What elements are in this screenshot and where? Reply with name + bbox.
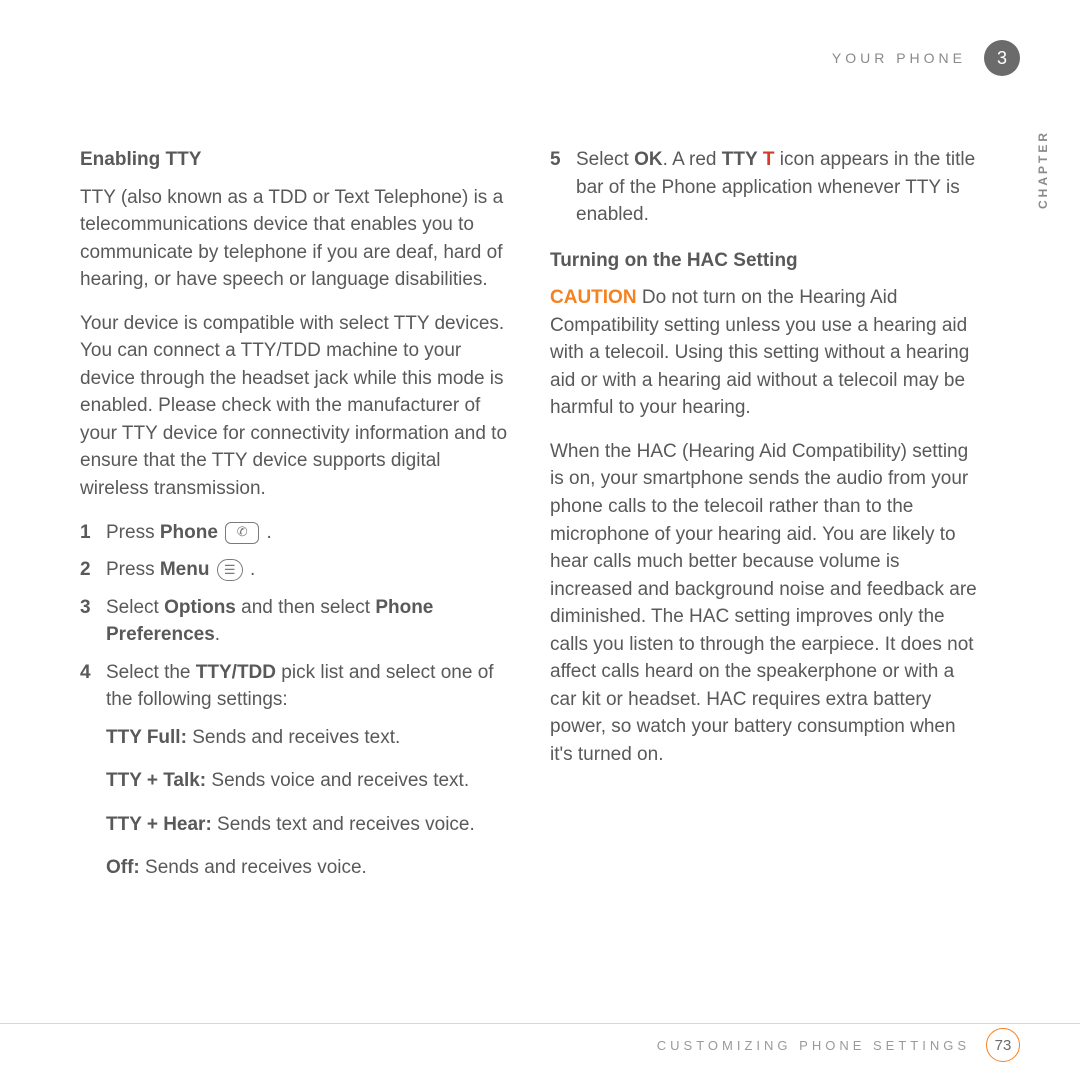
step-body: Select Options and then select Phone Pre…	[106, 594, 510, 649]
phone-key-icon: ✆	[225, 522, 259, 544]
steps-list: 1 Press Phone ✆ . 2 Press Menu ☰ . 3	[80, 519, 510, 714]
option-tty-hear: TTY + Hear: Sends text and receives voic…	[106, 811, 510, 839]
heading-enabling-tty: Enabling TTY	[80, 146, 510, 174]
step-body: Press Menu ☰ .	[106, 556, 510, 584]
chapter-badge: 3	[984, 40, 1020, 76]
tty-intro-paragraph: TTY (also known as a TDD or Text Telepho…	[80, 184, 510, 294]
menu-key-icon: ☰	[217, 559, 243, 581]
page-footer: CUSTOMIZING PHONE SETTINGS 73	[657, 1028, 1020, 1062]
footer-rule	[0, 1023, 1080, 1024]
tty-t-icon: T	[763, 149, 775, 170]
page-number: 73	[986, 1028, 1020, 1062]
step-3: 3 Select Options and then select Phone P…	[80, 594, 510, 649]
left-column: Enabling TTY TTY (also known as a TDD or…	[80, 146, 510, 898]
steps-list-continued: 5 Select OK. A red TTY T icon appears in…	[550, 146, 980, 229]
step-number: 2	[80, 556, 106, 584]
footer-section: CUSTOMIZING PHONE SETTINGS	[657, 1038, 970, 1053]
step-body: Select the TTY/TDD pick list and select …	[106, 659, 510, 714]
right-column: 5 Select OK. A red TTY T icon appears in…	[550, 146, 980, 898]
tty-compat-paragraph: Your device is compatible with select TT…	[80, 310, 510, 503]
step-number: 1	[80, 519, 106, 547]
step-4: 4 Select the TTY/TDD pick list and selec…	[80, 659, 510, 714]
step-number: 3	[80, 594, 106, 649]
content-columns: Enabling TTY TTY (also known as a TDD or…	[80, 146, 1020, 898]
step-2: 2 Press Menu ☰ .	[80, 556, 510, 584]
step-number: 5	[550, 146, 576, 229]
step-number: 4	[80, 659, 106, 714]
heading-hac-setting: Turning on the HAC Setting	[550, 247, 980, 275]
caution-block: CAUTION Do not turn on the Hearing Aid C…	[550, 284, 980, 422]
page-header: YOUR PHONE 3	[80, 40, 1020, 76]
option-off: Off: Sends and receives voice.	[106, 854, 510, 882]
hac-description: When the HAC (Hearing Aid Compatibility)…	[550, 438, 980, 769]
caution-label: CAUTION	[550, 287, 637, 308]
step-5: 5 Select OK. A red TTY T icon appears in…	[550, 146, 980, 229]
step-body: Select OK. A red TTY T icon appears in t…	[576, 146, 980, 229]
option-tty-talk: TTY + Talk: Sends voice and receives tex…	[106, 767, 510, 795]
chapter-label-vertical: CHAPTER	[1036, 130, 1050, 209]
page: YOUR PHONE 3 CHAPTER Enabling TTY TTY (a…	[0, 0, 1080, 1080]
header-section: YOUR PHONE	[832, 50, 966, 66]
option-tty-full: TTY Full: Sends and receives text.	[106, 724, 510, 752]
step-body: Press Phone ✆ .	[106, 519, 510, 547]
step-1: 1 Press Phone ✆ .	[80, 519, 510, 547]
